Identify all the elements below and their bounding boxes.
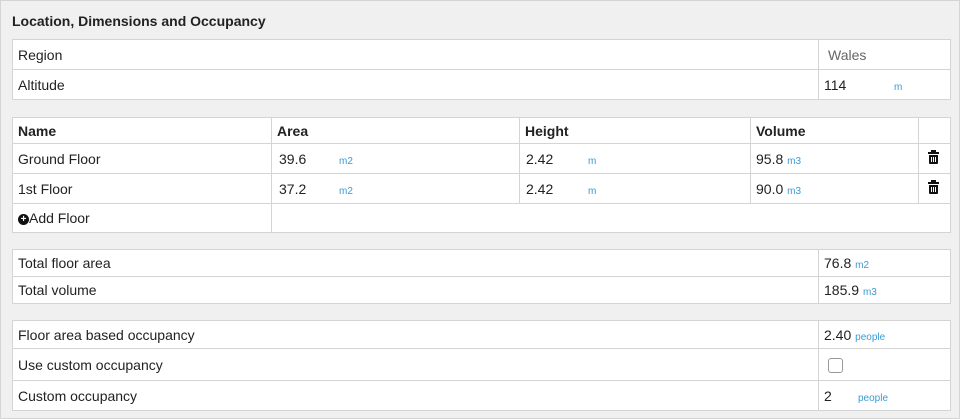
- floor-area-input[interactable]: 37.2: [277, 181, 339, 197]
- altitude-row: Altitude 114 m: [12, 69, 951, 100]
- delete-cell: [918, 173, 951, 204]
- use-custom-occupancy-row: Use custom occupancy: [12, 348, 951, 381]
- total-floor-area-row: Total floor area 76.8 m2: [12, 249, 951, 277]
- header-height: Height: [519, 117, 751, 144]
- floor-based-occupancy-value: 2.40: [824, 326, 852, 343]
- area-unit: m2: [339, 155, 353, 167]
- add-floor-row: + Add Floor: [12, 203, 951, 233]
- use-custom-occupancy-checkbox[interactable]: [828, 357, 843, 373]
- header-name: Name: [12, 117, 272, 144]
- header-volume: Volume: [750, 117, 919, 144]
- total-volume-row: Total volume 185.9 m3: [12, 276, 951, 304]
- floor-area-cell: 39.6 m2: [271, 143, 520, 174]
- header-actions: [918, 117, 951, 144]
- floor-volume-cell: 95.8 m3: [750, 143, 919, 174]
- add-floor-button[interactable]: + Add Floor: [12, 203, 272, 233]
- region-select[interactable]: Wales: [818, 39, 951, 70]
- floor-volume-value: 90.0: [756, 180, 784, 197]
- total-volume-value: 185.9: [824, 282, 860, 298]
- floor-height-cell: 2.42 m: [519, 143, 751, 174]
- floor-based-occupancy-label: Floor area based occupancy: [12, 320, 819, 349]
- altitude-label: Altitude: [12, 69, 819, 100]
- trash-icon[interactable]: [928, 179, 939, 194]
- altitude-cell: 114 m: [818, 69, 951, 100]
- volume-unit: m3: [787, 155, 802, 167]
- volume-unit: m3: [787, 185, 802, 197]
- location-dimensions-panel: Location, Dimensions and Occupancy Regio…: [0, 0, 960, 419]
- floor-based-occupancy-row: Floor area based occupancy 2.40 people: [12, 320, 951, 349]
- total-floor-area-label: Total floor area: [12, 249, 819, 277]
- custom-occupancy-unit: people: [858, 392, 889, 404]
- floors-table: Name Area Height Volume Ground Floor 39.…: [12, 117, 951, 233]
- height-unit: m: [588, 185, 597, 197]
- use-custom-occupancy-label: Use custom occupancy: [12, 348, 819, 381]
- location-table: Region Wales Altitude 114 m: [12, 39, 951, 100]
- area-unit: m2: [339, 185, 353, 197]
- total-floor-area-cell: 76.8 m2: [818, 249, 951, 277]
- height-unit: m: [588, 155, 597, 167]
- floor-height-cell: 2.42 m: [519, 173, 751, 204]
- floor-based-occupancy-cell: 2.40 people: [818, 320, 951, 349]
- floor-name-input[interactable]: Ground Floor: [12, 143, 272, 174]
- floor-name-input[interactable]: 1st Floor: [12, 173, 272, 204]
- plus-circle-icon: +: [18, 214, 29, 225]
- floor-area-cell: 37.2 m2: [271, 173, 520, 204]
- section-title: Location, Dimensions and Occupancy: [12, 13, 266, 29]
- trash-icon[interactable]: [928, 149, 939, 164]
- altitude-input[interactable]: 114: [824, 77, 894, 93]
- table-row: Ground Floor 39.6 m2 2.42 m 95.8 m3: [12, 143, 951, 174]
- floor-height-input[interactable]: 2.42: [525, 151, 588, 167]
- total-volume-unit: m3: [862, 287, 877, 298]
- total-floor-area-value: 76.8: [824, 255, 852, 271]
- occupancy-table: Floor area based occupancy 2.40 people U…: [12, 320, 951, 411]
- total-volume-label: Total volume: [12, 276, 819, 304]
- add-floor-label: Add Floor: [29, 210, 90, 226]
- floors-header-row: Name Area Height Volume: [12, 117, 951, 144]
- add-floor-spacer: [271, 203, 951, 233]
- total-volume-cell: 185.9 m3: [818, 276, 951, 304]
- delete-cell: [918, 143, 951, 174]
- floor-volume-value: 95.8: [756, 150, 784, 167]
- total-floor-area-unit: m2: [855, 260, 870, 271]
- altitude-unit: m: [894, 81, 903, 93]
- floor-area-input[interactable]: 39.6: [277, 151, 339, 167]
- custom-occupancy-label: Custom occupancy: [12, 380, 819, 411]
- floor-volume-cell: 90.0 m3: [750, 173, 919, 204]
- custom-occupancy-input[interactable]: 2: [824, 388, 858, 404]
- table-row: 1st Floor 37.2 m2 2.42 m 90.0 m3: [12, 173, 951, 204]
- use-custom-occupancy-cell: [818, 348, 951, 381]
- custom-occupancy-row: Custom occupancy 2 people: [12, 380, 951, 411]
- header-area: Area: [271, 117, 520, 144]
- custom-occupancy-cell: 2 people: [818, 380, 951, 411]
- region-label: Region: [12, 39, 819, 70]
- totals-table: Total floor area 76.8 m2 Total volume 18…: [12, 249, 951, 304]
- floor-height-input[interactable]: 2.42: [525, 181, 588, 197]
- floor-based-occupancy-unit: people: [855, 331, 886, 343]
- region-row: Region Wales: [12, 39, 951, 70]
